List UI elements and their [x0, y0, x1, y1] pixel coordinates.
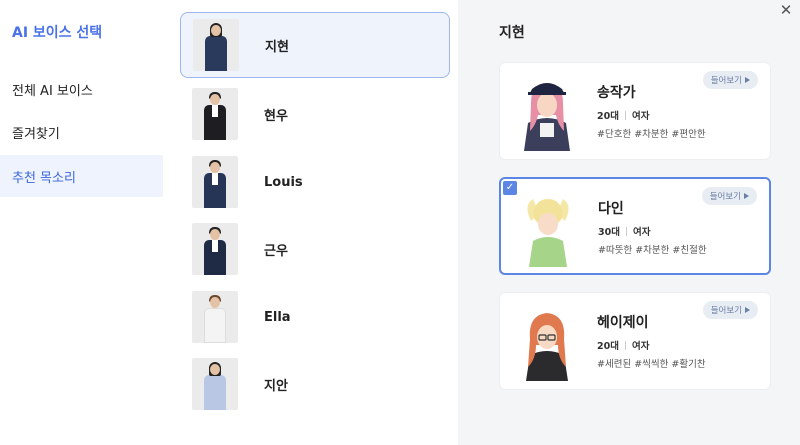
- avatar-thumbnail: [192, 291, 238, 343]
- close-icon[interactable]: ✕: [778, 2, 794, 18]
- sidebar-item-favorites[interactable]: 즐겨찾기: [0, 111, 163, 153]
- listen-button[interactable]: 들어보기: [702, 301, 758, 319]
- avatar-card-ella[interactable]: Ella: [180, 284, 450, 350]
- voice-meta: 30대 여자: [598, 224, 650, 238]
- listen-label: 들어보기: [710, 76, 742, 86]
- avatar-card-jihyun[interactable]: 지현: [180, 12, 450, 78]
- voice-tags: #단호한 #차분한 #편안한: [597, 129, 706, 140]
- panel-title: 지현: [499, 25, 525, 41]
- play-icon: [744, 193, 749, 199]
- avatar-thumbnail: [192, 223, 238, 275]
- voice-age: 20대: [597, 341, 619, 352]
- meta-divider: [624, 110, 626, 120]
- voice-card-dain[interactable]: ✓ 다인 30대 여자 #따뜻한 #차분한 #친절한 들어보기: [499, 177, 771, 275]
- voice-meta: 20대 여자: [597, 338, 649, 352]
- sidebar-item-all-voices[interactable]: 전체 AI 보이스: [0, 68, 163, 110]
- voice-card-heyjay[interactable]: 헤이제이 20대 여자 #세련된 #씩씩한 #활기찬 들어보기: [499, 292, 771, 390]
- avatar-card-geunwoo[interactable]: 근우: [180, 216, 450, 282]
- listen-label: 들어보기: [709, 192, 741, 202]
- voice-illustration: [526, 313, 568, 381]
- voice-illustration: [524, 83, 570, 151]
- voice-card-songjakga[interactable]: 송작가 20대 여자 #단호한 #차분한 #편안한 들어보기: [499, 62, 771, 160]
- avatar-name: 지현: [265, 39, 289, 55]
- voice-name: 송작가: [597, 85, 636, 101]
- play-icon: [745, 307, 750, 313]
- voice-name: 다인: [598, 201, 624, 217]
- voice-meta: 20대 여자: [597, 108, 649, 122]
- voice-gender: 여자: [632, 227, 651, 238]
- listen-button[interactable]: 들어보기: [701, 187, 757, 205]
- avatar-name: 현우: [264, 108, 288, 124]
- play-icon: [745, 77, 750, 83]
- avatar-thumbnail: [192, 156, 238, 208]
- avatar-thumbnail: [192, 358, 238, 410]
- avatar-card-hyunwoo[interactable]: 현우: [180, 81, 450, 147]
- voice-panel: 지현 ✕ 송작가 20대 여자 #단호한 #차분한 #편안한 들어보기 ✓ 다인…: [458, 0, 800, 445]
- listen-label: 들어보기: [710, 306, 742, 316]
- meta-divider: [625, 226, 627, 236]
- avatar-name: 근우: [264, 243, 288, 259]
- voice-tags: #따뜻한 #차분한 #친절한: [598, 245, 707, 256]
- voice-tags: #세련된 #씩씩한 #활기찬: [597, 359, 706, 370]
- avatar-thumbnail: [193, 19, 239, 71]
- listen-button[interactable]: 들어보기: [702, 71, 758, 89]
- meta-divider: [624, 340, 626, 350]
- avatar-thumbnail: [192, 88, 238, 140]
- avatar-name: Ella: [264, 309, 291, 325]
- avatar-list: 지현 현우 Louis 근우 Ella 지안: [170, 0, 458, 445]
- avatar-name: Louis: [264, 174, 303, 190]
- voice-age: 20대: [597, 111, 619, 122]
- voice-gender: 여자: [631, 341, 650, 352]
- voice-age: 30대: [598, 227, 620, 238]
- voice-name: 헤이제이: [597, 315, 649, 331]
- sidebar: AI 보이스 선택 전체 AI 보이스 즐겨찾기 추천 목소리: [0, 0, 170, 445]
- avatar-card-jian[interactable]: 지안: [180, 351, 450, 417]
- voice-illustration: [527, 199, 569, 267]
- avatar-card-louis[interactable]: Louis: [180, 149, 450, 215]
- voice-gender: 여자: [631, 111, 650, 122]
- sidebar-item-recommended[interactable]: 추천 목소리: [0, 155, 163, 197]
- avatar-name: 지안: [264, 378, 288, 394]
- sidebar-title: AI 보이스 선택: [12, 25, 103, 41]
